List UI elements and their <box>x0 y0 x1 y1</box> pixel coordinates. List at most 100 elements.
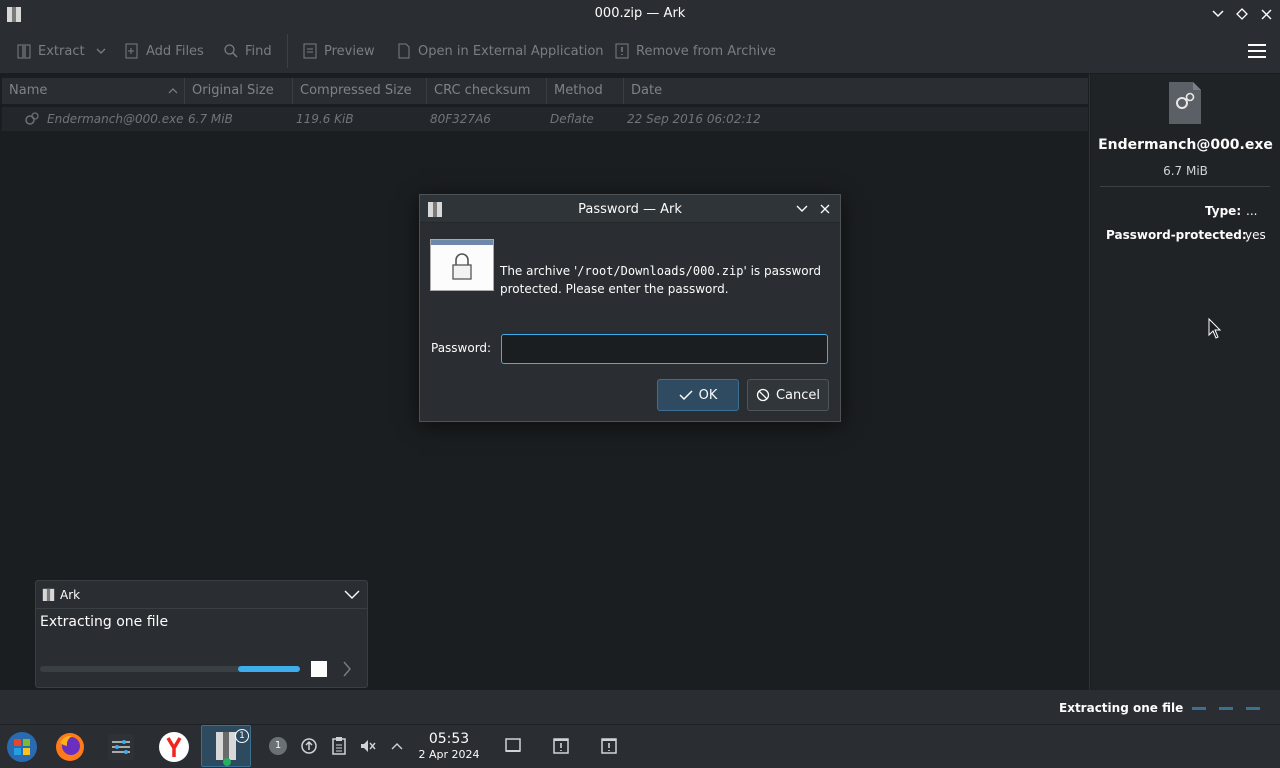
executable-file-icon <box>1169 82 1201 124</box>
menu-icon-bar <box>1248 50 1266 52</box>
volume-muted-icon <box>361 740 376 752</box>
stop-button[interactable] <box>311 661 327 677</box>
menu-icon-bar <box>1248 44 1266 46</box>
close-window-button[interactable] <box>1256 4 1276 24</box>
window-alert-icon <box>553 738 569 754</box>
busy-indicator <box>1246 707 1260 710</box>
checkmark-icon <box>679 390 693 401</box>
close-icon <box>1261 9 1271 19</box>
windows-start-icon <box>7 732 37 762</box>
job-notification: Ark Extracting one file <box>35 580 368 688</box>
taskbar-ark[interactable]: 1 <box>201 725 251 767</box>
tray-expand[interactable] <box>388 737 406 755</box>
password-input[interactable] <box>501 334 828 364</box>
ark-badge: 1 <box>235 729 249 743</box>
minimize-button[interactable] <box>1208 4 1228 24</box>
add-files-label: Add Files <box>146 43 204 59</box>
open-external-button[interactable]: Open in External Application <box>396 40 604 62</box>
extract-button[interactable]: Extract <box>16 40 85 62</box>
column-header-crc[interactable]: CRC checksum <box>427 78 547 104</box>
details-type-value: ... <box>1246 204 1258 218</box>
clipboard-icon <box>332 737 346 755</box>
maximize-button[interactable] <box>1232 4 1252 24</box>
archive-path: /root/Downloads/000.zip <box>577 264 744 278</box>
tray-notifications-badge[interactable]: 1 <box>269 737 287 755</box>
extract-icon <box>17 44 31 59</box>
add-file-icon <box>125 43 138 59</box>
extract-menu-button[interactable] <box>96 40 106 62</box>
notification-header: Ark <box>36 581 367 609</box>
cell-method: Deflate <box>550 112 594 126</box>
column-header-label: Name <box>9 83 48 98</box>
cancel-icon <box>756 388 770 402</box>
tray-volume[interactable] <box>359 737 377 755</box>
update-icon <box>301 738 317 754</box>
cell-original-size: 6.7 MiB <box>188 112 233 126</box>
column-header-method[interactable]: Method <box>547 78 624 104</box>
dialog-message: The archive '/root/Downloads/000.zip' is… <box>500 264 821 296</box>
yandex-browser-icon <box>159 732 189 762</box>
cancel-button[interactable]: Cancel <box>747 379 829 411</box>
cell-date: 22 Sep 2016 06:02:12 <box>627 112 761 126</box>
column-header-original-size[interactable]: Original Size <box>185 78 293 104</box>
window-title: 000.zip — Ark <box>594 6 686 21</box>
remove-label: Remove from Archive <box>636 43 776 59</box>
cell-crc: 80F327A6 <box>430 112 491 126</box>
chevron-down-icon <box>1212 10 1224 18</box>
close-icon[interactable] <box>820 204 830 214</box>
notification-text: Extracting one file <box>40 614 169 630</box>
desktop-icon <box>505 738 521 752</box>
cell-name: Endermanch@000.exe <box>47 112 184 126</box>
details-type-label: Type: <box>1205 204 1242 218</box>
taskbar-firefox[interactable] <box>52 729 88 765</box>
password-dialog: Password — Ark The archive '/root/Downlo… <box>419 194 841 422</box>
show-desktop-button[interactable] <box>504 737 522 755</box>
remove-from-archive-button[interactable]: Remove from Archive <box>614 40 776 62</box>
column-header-name[interactable]: Name <box>2 78 185 104</box>
firefox-icon <box>56 733 84 761</box>
find-button[interactable]: Find <box>223 40 272 62</box>
preview-button[interactable]: Preview <box>302 40 375 62</box>
clock-time[interactable]: 05:53 <box>417 731 481 747</box>
chevron-down-icon[interactable] <box>344 590 360 600</box>
table-row[interactable]: Endermanch@000.exe 6.7 MiB 119.6 KiB 80F… <box>2 107 1088 131</box>
find-label: Find <box>245 43 272 59</box>
column-header-row: Name Original Size Compressed Size CRC c… <box>2 78 1088 104</box>
busy-indicator <box>1219 707 1233 710</box>
tray-updates[interactable] <box>300 737 318 755</box>
cell-compressed-size: 119.6 KiB <box>296 112 354 126</box>
diamond-icon <box>1236 8 1248 20</box>
chevron-right-icon[interactable] <box>342 661 352 677</box>
window-alert-icon <box>601 738 617 754</box>
dialog-title: Password — Ark <box>578 202 682 217</box>
start-menu-button[interactable] <box>4 729 40 765</box>
taskbar-window-2[interactable] <box>600 737 618 755</box>
chevron-down-icon[interactable] <box>796 205 808 213</box>
preview-icon <box>303 43 317 59</box>
details-filename: Endermanch@000.exe <box>1098 137 1273 153</box>
details-password-value: yes <box>1245 228 1266 242</box>
hamburger-menu-button[interactable] <box>1248 44 1266 58</box>
ok-button[interactable]: OK <box>657 379 739 411</box>
add-files-button[interactable]: Add Files <box>124 40 204 62</box>
sliders-icon <box>108 734 134 760</box>
taskbar-window-1[interactable] <box>552 737 570 755</box>
ark-add-badge-icon <box>223 758 231 766</box>
progress-fill <box>238 666 300 672</box>
tray-clipboard[interactable] <box>330 737 348 755</box>
taskbar-settings[interactable] <box>103 729 139 765</box>
column-header-compressed-size[interactable]: Compressed Size <box>293 78 427 104</box>
notification-app-name: Ark <box>60 588 81 602</box>
extract-label: Extract <box>38 43 85 59</box>
cancel-label: Cancel <box>775 387 821 403</box>
chevron-down-icon <box>96 48 106 54</box>
toolbar-separator <box>287 34 288 68</box>
status-bar: Extracting one file <box>0 690 1280 724</box>
window-titlebar: 000.zip — Ark <box>0 0 1280 28</box>
column-header-date[interactable]: Date <box>624 78 1088 104</box>
clock-date[interactable]: 2 Apr 2024 <box>409 748 489 761</box>
details-filesize: 6.7 MiB <box>1163 164 1208 178</box>
taskbar-yandex-browser[interactable] <box>156 729 192 765</box>
status-text: Extracting one file <box>1059 701 1184 715</box>
password-label: Password: <box>431 341 492 355</box>
